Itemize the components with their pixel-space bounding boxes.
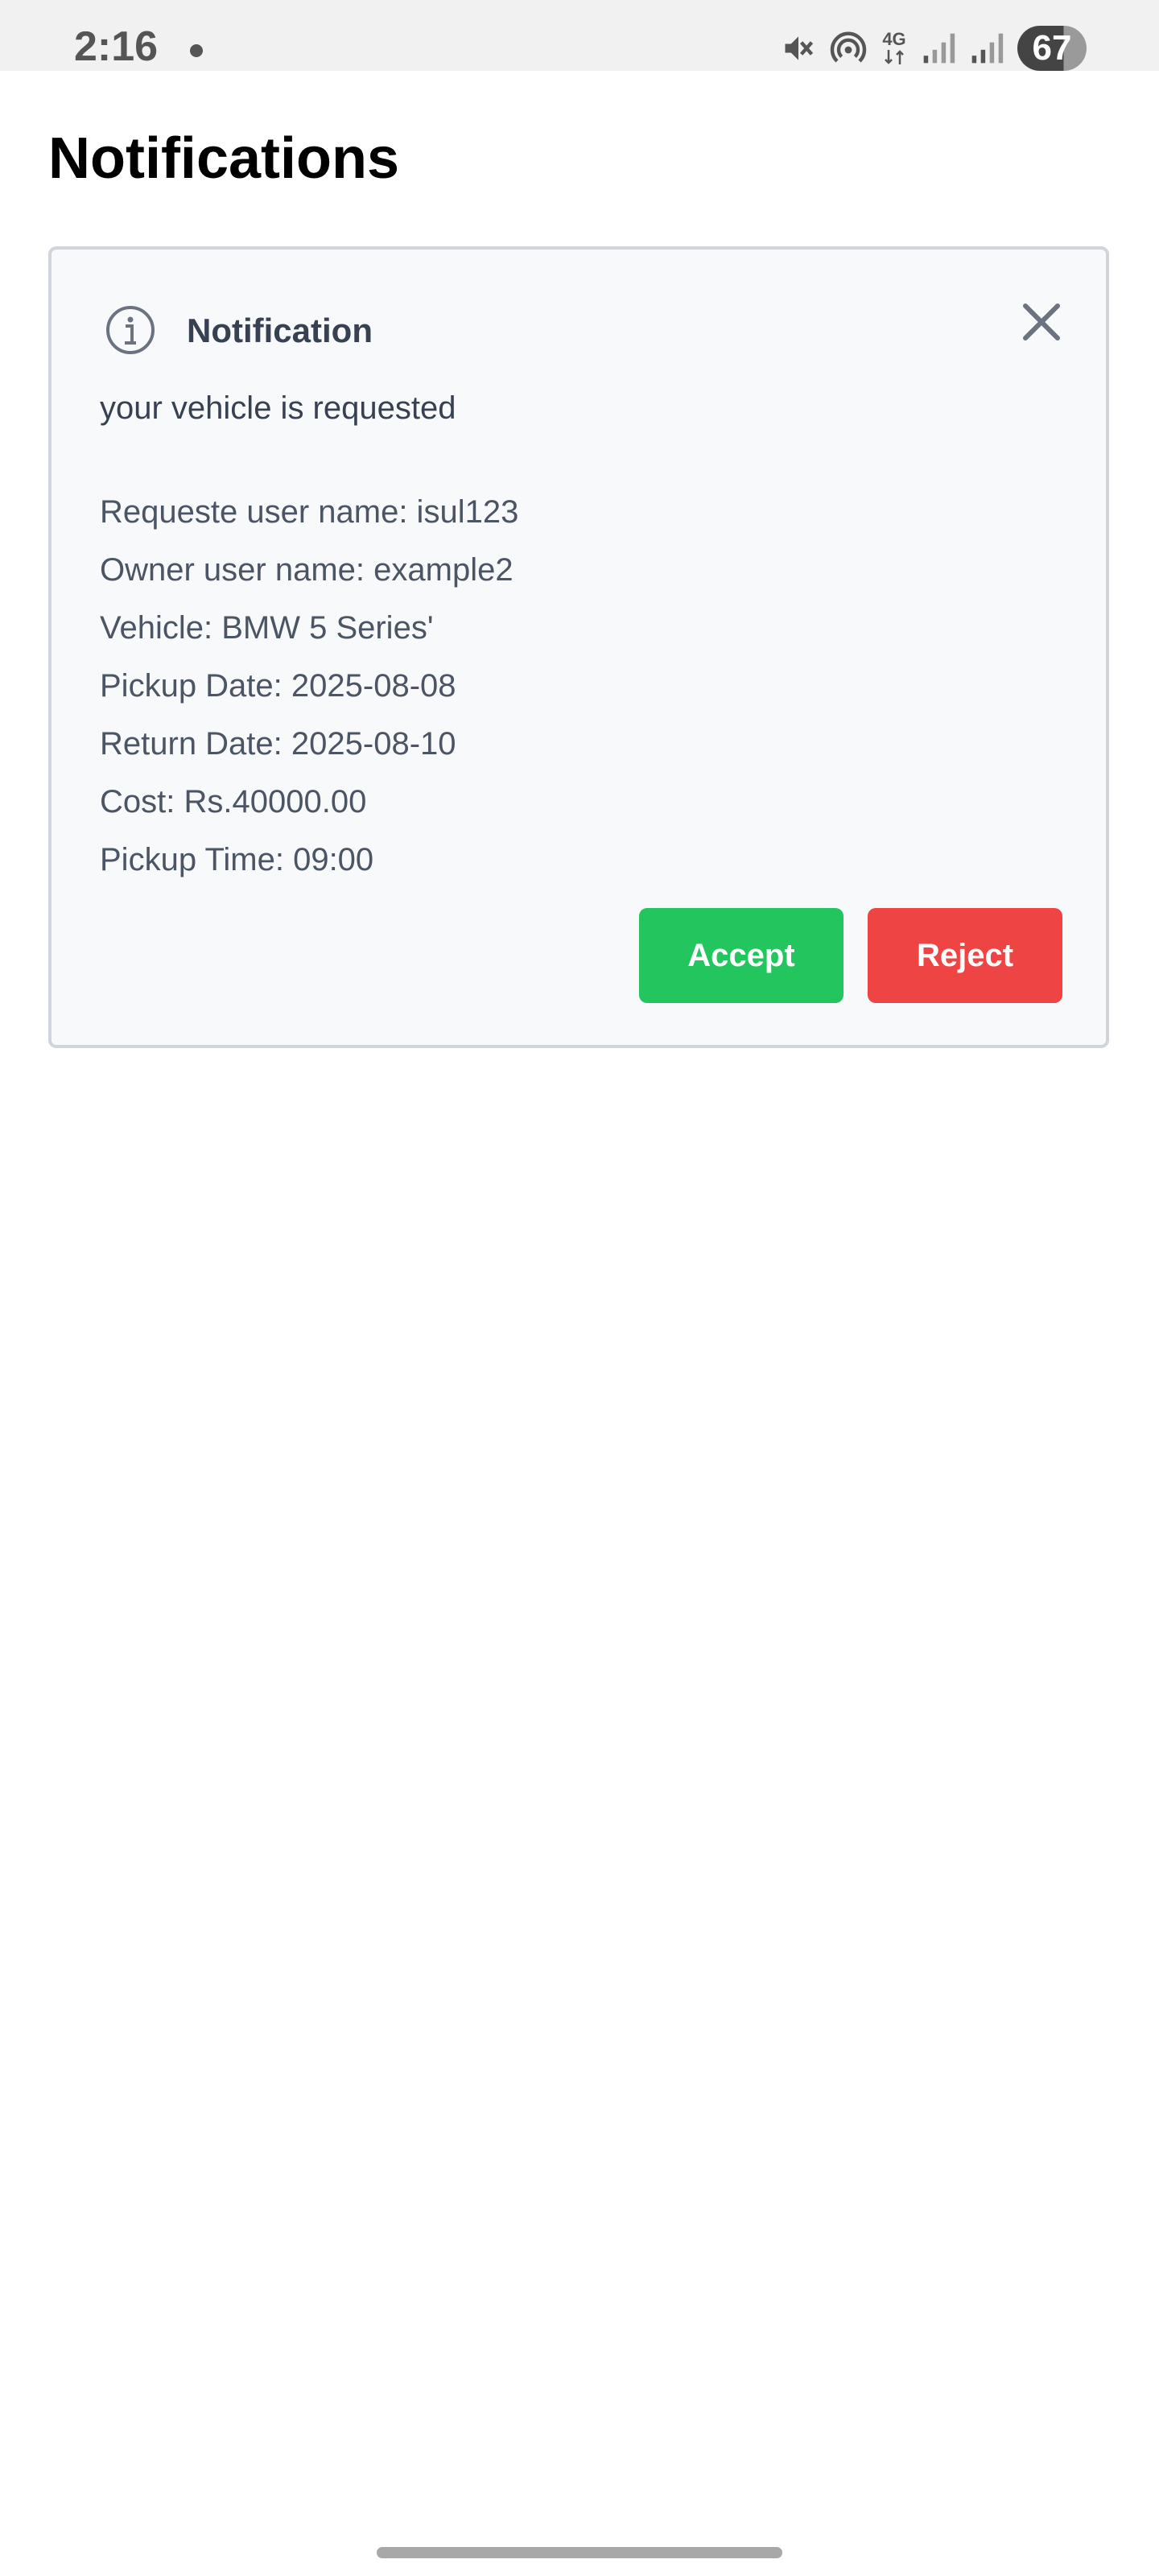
battery-icon: 67 xyxy=(1017,26,1087,71)
network-label: 4G xyxy=(882,29,906,49)
signal-icon xyxy=(921,31,956,66)
notification-heading: Notification xyxy=(187,312,373,349)
request-details: Requeste user name: isul123 Owner user n… xyxy=(100,483,518,889)
home-indicator[interactable] xyxy=(377,2547,782,2558)
status-bar: 2:16 4G 67 xyxy=(0,0,1159,71)
detail-pickup-date: Pickup Date: 2025-08-08 xyxy=(100,668,456,704)
detail-pickup-time: Pickup Time: 09:00 xyxy=(100,842,374,877)
notification-dot-icon xyxy=(190,44,203,57)
detail-vehicle: Vehicle: BMW 5 Series' xyxy=(100,610,434,646)
close-icon[interactable] xyxy=(1019,299,1064,345)
status-time: 2:16 xyxy=(74,23,159,70)
detail-requester: Requeste user name: isul123 xyxy=(100,494,519,530)
network-4g-icon: 4G xyxy=(881,31,908,66)
info-icon xyxy=(106,306,155,354)
detail-return-date: Return Date: 2025-08-10 xyxy=(100,726,456,762)
notification-message: your vehicle is requested xyxy=(100,390,456,426)
page-title: Notifications xyxy=(48,126,400,191)
detail-owner: Owner user name: example2 xyxy=(100,552,514,588)
mute-icon xyxy=(781,31,816,66)
status-icons: 4G 67 xyxy=(781,24,1087,72)
signal-icon xyxy=(969,31,1004,66)
hotspot-icon xyxy=(829,29,868,68)
detail-cost: Cost: Rs.40000.00 xyxy=(100,784,367,819)
notification-card: Notification your vehicle is requested R… xyxy=(48,246,1109,1048)
reject-button[interactable]: Reject xyxy=(868,908,1062,1003)
accept-button[interactable]: Accept xyxy=(639,908,843,1003)
